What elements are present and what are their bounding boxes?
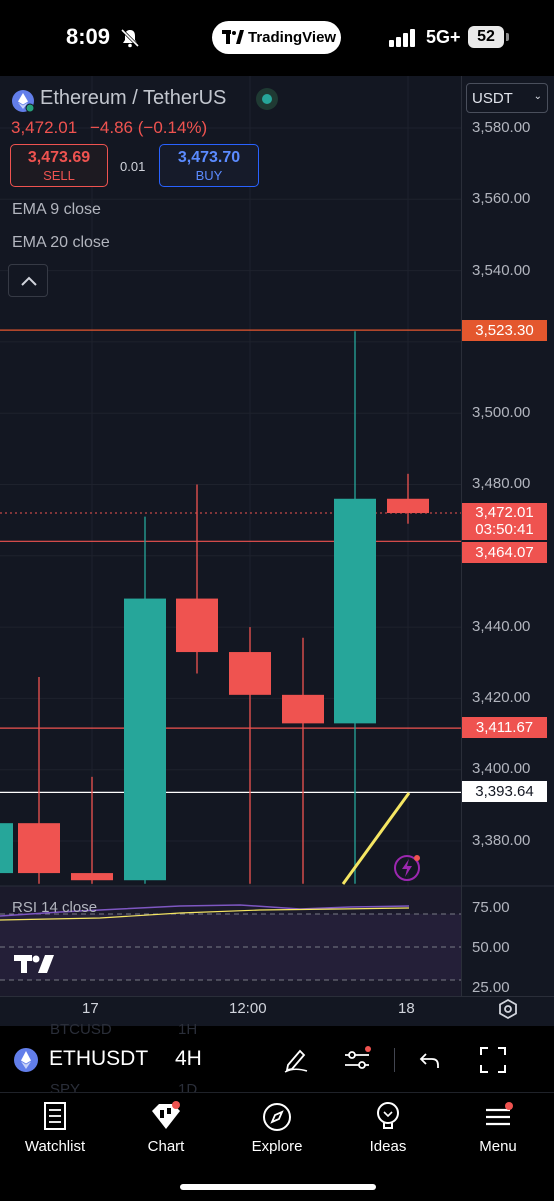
last-price: 3,472.01 [11,118,78,137]
candle-body [387,498,429,514]
tradingview-logo-icon [222,30,244,44]
price-tick: 3,500.00 [472,404,531,421]
candle-body [0,823,13,874]
undo-icon[interactable] [418,1048,442,1072]
nav-watchlist[interactable]: Watchlist [5,1138,105,1155]
rsi-tick: 50.00 [472,939,510,956]
interval-button[interactable]: 4H [175,1047,202,1071]
candles [0,331,429,884]
price-tick: 3,480.00 [472,475,531,492]
price-tick: 3,380.00 [472,832,531,849]
candle-body [124,598,166,881]
symbol-title[interactable]: Ethereum / TetherUS [40,87,226,110]
price-tick: 3,440.00 [472,618,531,635]
sell-button[interactable]: 3,473.69 SELL [10,144,108,187]
nav-menu[interactable]: Menu [448,1138,548,1155]
status-time: 8:09 [66,24,111,49]
chart-grid [0,76,461,886]
chart-icon[interactable] [149,1101,183,1131]
ghost-symbol: BTCUSD [50,1021,112,1038]
toolbar-divider [394,1048,395,1072]
rsi-tick: 25.00 [472,979,510,994]
candle-body [18,823,60,874]
battery-icon: 52 [468,26,504,48]
settings-icon[interactable] [497,998,519,1020]
compass-icon[interactable] [261,1101,293,1133]
network-type: 5G+ [426,27,461,47]
symbol-search-button[interactable]: ETHUSDT [49,1047,148,1071]
cursor-price-label: 3,393.64 [462,781,547,802]
ema-line [341,792,411,885]
buy-price: 3,473.70 [177,149,241,166]
nav-chart[interactable]: Chart [116,1138,216,1155]
buy-button[interactable]: 3,473.70 BUY [159,144,259,187]
nav-explore[interactable]: Explore [227,1138,327,1155]
chevron-up-icon [21,276,37,286]
lightbulb-icon[interactable] [374,1101,402,1133]
bell-muted-icon [120,28,140,48]
candle-body [282,694,324,724]
app-pill-label: TradingView [248,29,337,46]
app-pill[interactable]: TradingView [212,21,341,54]
price-tick: 3,420.00 [472,689,531,706]
ethereum-icon [12,90,34,112]
home-indicator [180,1184,376,1190]
time-tick: 18 [398,1000,415,1017]
time-tick: 17 [82,1000,99,1017]
time-tick: 12:00 [229,1000,267,1017]
signal-icon [389,29,415,47]
last-price-label: 3,472.01 03:50:41 [462,503,547,540]
rsi-title[interactable]: RSI 14 close [12,899,97,916]
drawing-pen-icon[interactable] [282,1045,310,1073]
price-tick: 3,560.00 [472,190,531,207]
fullscreen-icon[interactable] [479,1046,507,1074]
collapse-indicators-button[interactable] [8,264,48,297]
chevron-down-icon: ⌄ [533,91,542,102]
sell-label: SELL [43,168,75,183]
spread: 0.01 [120,159,146,174]
level-high-label[interactable]: 3,464.07 [462,542,547,563]
price-tick: 3,580.00 [472,119,531,136]
level-low-label[interactable]: 3,411.67 [462,717,547,738]
price-tick: 3,540.00 [472,262,531,279]
watchlist-icon[interactable] [43,1101,67,1131]
price-lines [0,329,461,793]
candle-body [71,873,113,881]
alert-price-label[interactable]: 3,523.30 [462,320,547,341]
price-tick: 3,400.00 [472,760,531,777]
candle-body [229,652,271,695]
indicator-ema20[interactable]: EMA 20 close [12,234,110,252]
candle-body [334,498,376,724]
market-open-dot [262,94,272,104]
ghost-interval: 1H [178,1021,198,1038]
bar-countdown: 03:50:41 [475,521,534,538]
price-change: −4.86 (−0.14%) [90,118,208,137]
last-price-value: 3,472.01 [475,504,534,521]
candle-body [176,598,218,653]
ethereum-symbol-icon [14,1048,38,1072]
currency-label: USDT [472,90,513,107]
nav-ideas[interactable]: Ideas [338,1138,438,1155]
sell-price: 3,473.69 [27,149,91,166]
rsi-tick: 75.00 [472,899,510,916]
indicator-ema9[interactable]: EMA 9 close [12,201,101,219]
menu-icon[interactable] [484,1101,514,1131]
currency-select[interactable]: USDT ⌄ [466,83,548,113]
battery-tip [506,33,509,41]
indicators-icon[interactable] [343,1045,373,1073]
buy-label: BUY [195,168,223,183]
